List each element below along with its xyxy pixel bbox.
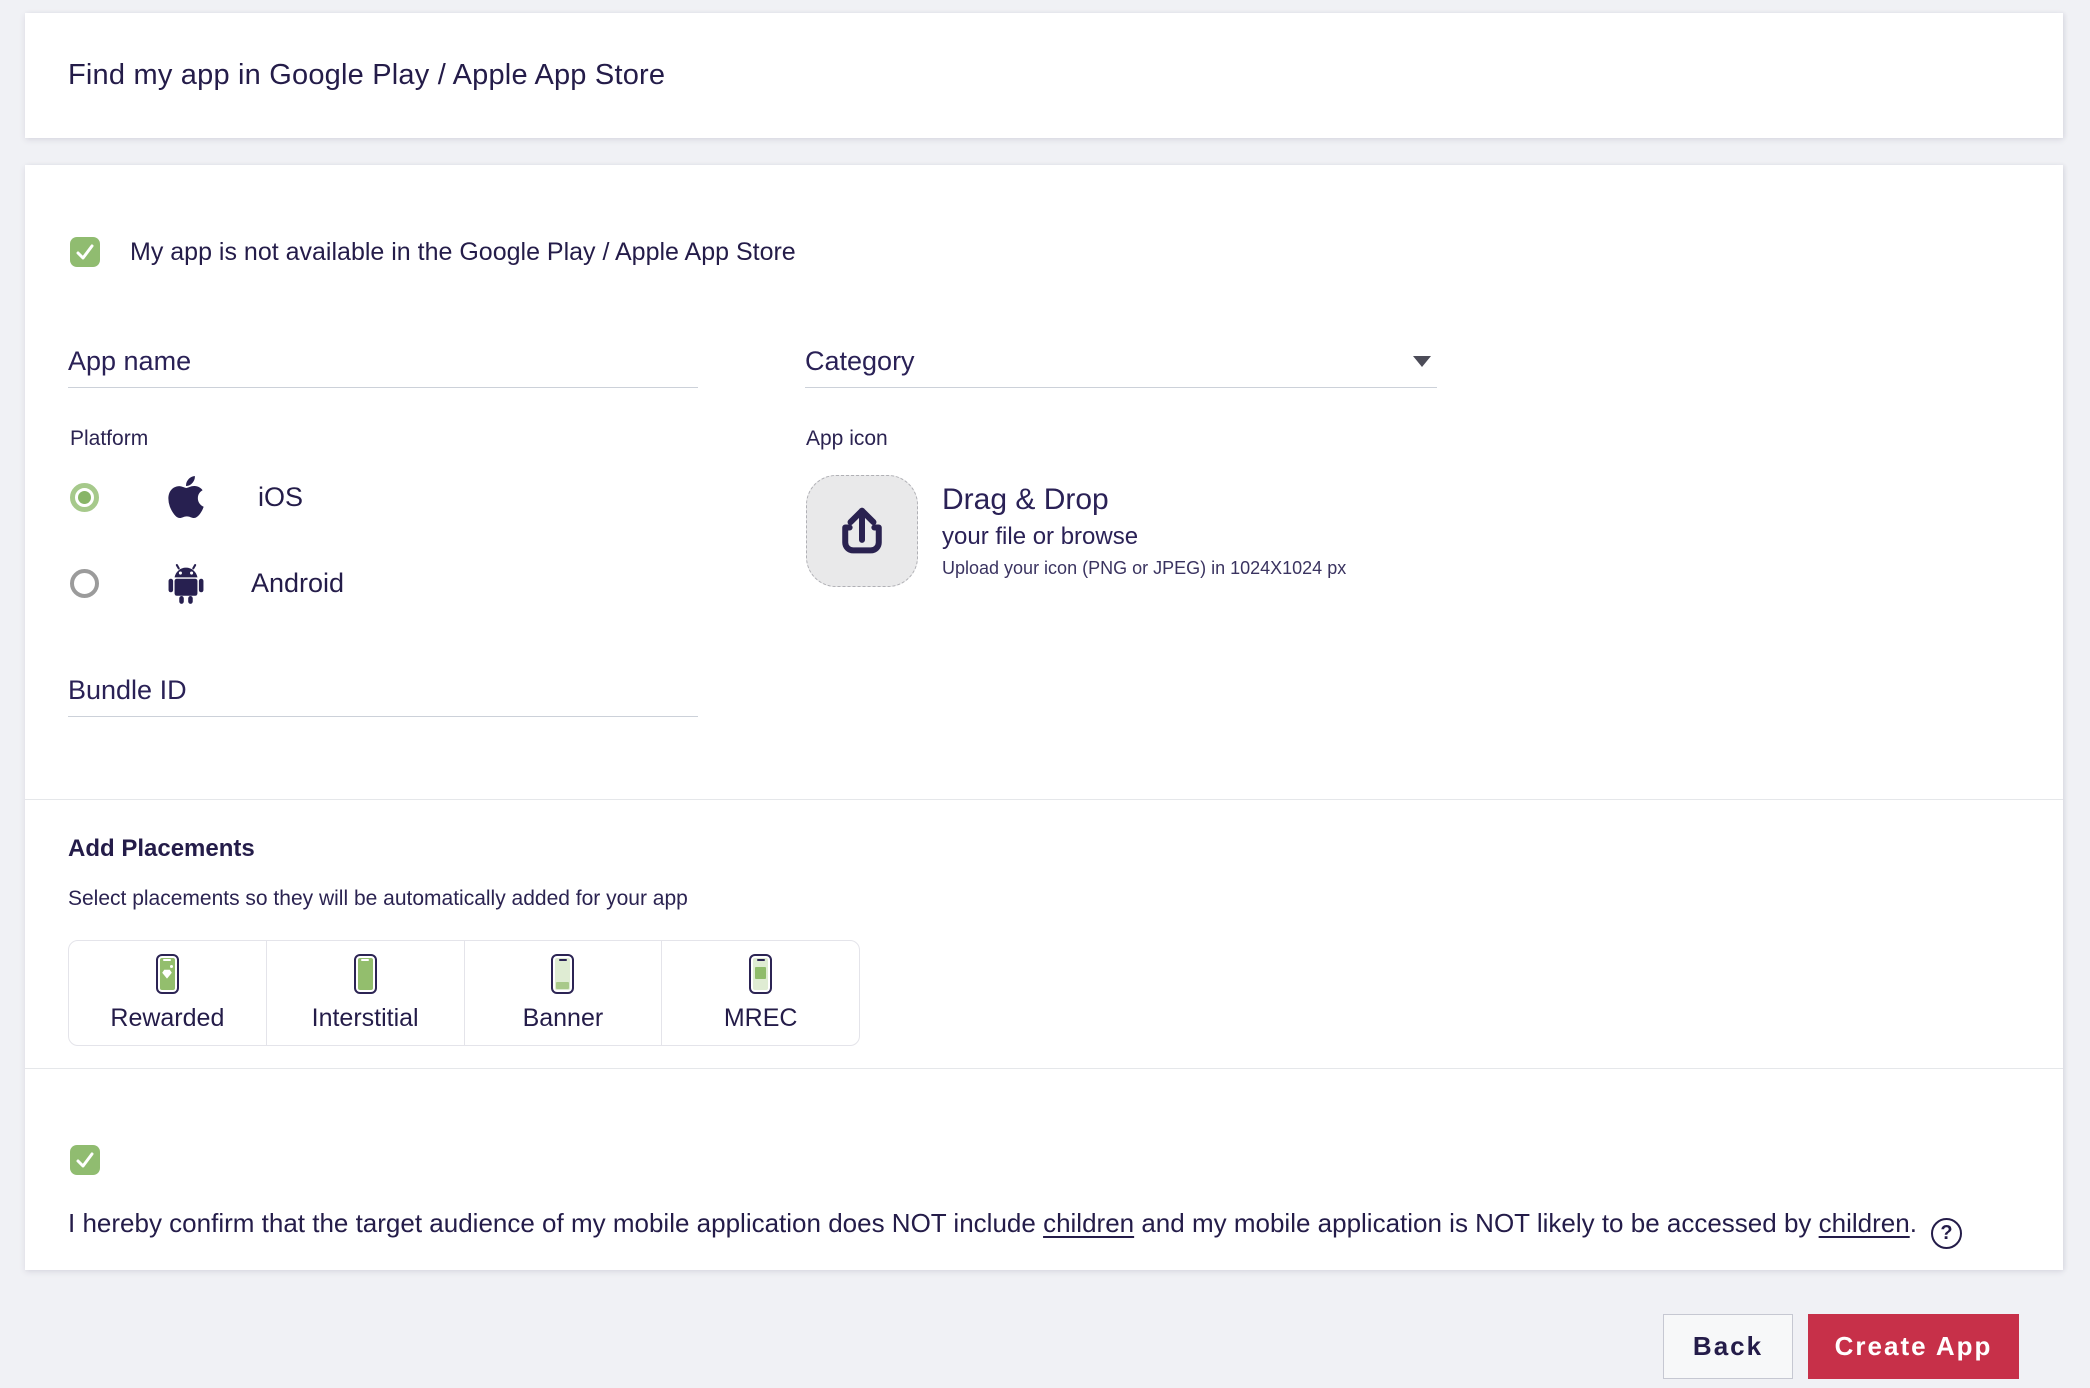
platform-label: Platform [70,427,148,451]
checkmark-icon [74,241,96,263]
dropzone[interactable] [806,475,918,587]
app-icon-label: App icon [806,427,888,451]
dropzone-subtitle[interactable]: your file or browse [942,523,1346,551]
category-select[interactable]: Category [805,336,1437,388]
placement-group: Rewarded Interstitial Banner [68,940,860,1046]
confirmation-text-prefix: I hereby confirm that the target audienc… [68,1208,1043,1238]
bundle-id-field[interactable] [68,665,698,717]
placement-label: MREC [724,1004,798,1033]
dropzone-hint: Upload your icon (PNG or JPEG) in 1024X1… [942,558,1346,579]
app-icon-upload: Drag & Drop your file or browse Upload y… [806,475,1346,587]
apple-icon [154,473,218,521]
children-link-2[interactable]: children [1819,1208,1910,1238]
question-circle-icon[interactable]: ? [1931,1218,1962,1249]
bundle-id-input[interactable] [68,665,698,716]
app-name-input[interactable] [68,336,698,387]
ios-label: iOS [258,482,303,513]
android-radio[interactable] [70,569,99,598]
placement-interstitial[interactable]: Interstitial [267,941,465,1045]
category-label: Category [805,346,915,377]
main-form-card: My app is not available in the Google Pl… [25,165,2063,1270]
mrec-phone-icon [749,954,772,994]
checkmark-icon [74,1149,96,1171]
availability-label: My app is not available in the Google Pl… [130,238,796,267]
confirmation-text: I hereby confirm that the target audienc… [68,1203,2038,1249]
dropzone-title: Drag & Drop [942,483,1346,517]
header-card: Find my app in Google Play / Apple App S… [25,13,2063,138]
placement-label: Interstitial [312,1004,419,1033]
confirmation-checkbox[interactable] [70,1145,100,1175]
placement-rewarded[interactable]: Rewarded [69,941,267,1045]
platform-option-ios[interactable]: iOS [70,469,303,525]
placement-label: Banner [523,1004,604,1033]
placement-label: Rewarded [110,1004,224,1033]
availability-row: My app is not available in the Google Pl… [70,237,796,267]
android-label: Android [251,568,344,599]
children-link-1[interactable]: children [1043,1208,1134,1238]
upload-icon [832,501,892,561]
placement-banner[interactable]: Banner [465,941,663,1045]
chevron-down-icon [1413,356,1431,367]
section-divider [25,799,2063,800]
platform-option-android[interactable]: Android [70,555,344,611]
rewarded-phone-icon [156,954,179,994]
create-app-button[interactable]: Create App [1808,1314,2019,1379]
placement-mrec[interactable]: MREC [662,941,859,1045]
page-title: Find my app in Google Play / Apple App S… [68,59,665,92]
dropzone-text: Drag & Drop your file or browse Upload y… [942,475,1346,587]
interstitial-phone-icon [354,954,377,994]
back-button[interactable]: Back [1663,1314,1793,1379]
section-divider [25,1068,2063,1069]
app-name-field[interactable] [68,336,698,388]
placements-title: Add Placements [68,835,255,863]
banner-phone-icon [551,954,574,994]
confirmation-text-middle: and my mobile application is NOT likely … [1134,1208,1819,1238]
availability-checkbox[interactable] [70,237,100,267]
ios-radio[interactable] [70,483,99,512]
placements-subtitle: Select placements so they will be automa… [68,887,688,911]
confirmation-text-suffix: . [1910,1208,1917,1238]
android-icon [154,561,218,605]
